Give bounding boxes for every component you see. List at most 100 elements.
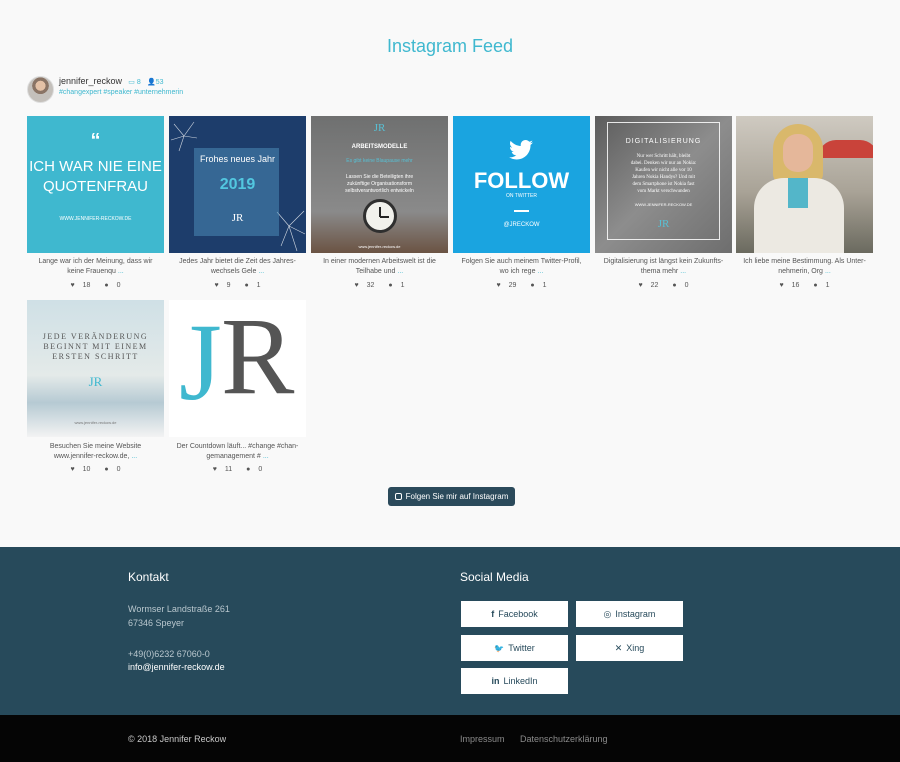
tile-text: BEGINNT MIT EINEM xyxy=(43,342,148,351)
post-caption: Jedes Jahr bietet die Zeit des Jahres- w… xyxy=(179,258,296,275)
more-link[interactable]: ... xyxy=(118,268,124,275)
post-metrics: ♥ 32 ● 1 xyxy=(354,282,405,289)
more-link[interactable]: ... xyxy=(131,453,137,460)
follow-instagram-button[interactable]: Folgen Sie mir auf Instagram xyxy=(388,487,515,506)
tile-text: ON TWITTER xyxy=(505,193,537,199)
post-image-2[interactable]: Frohes neues Jahr 2019 JR xyxy=(169,116,306,253)
post-metrics: ♥ 16 ● 1 xyxy=(779,282,830,289)
instagram-profile-header: jennifer_reckow ▭ 8 👤53 #changexpert #sp… xyxy=(27,76,183,104)
contact-heading: Kontakt xyxy=(128,570,169,584)
tile-text: vom Markt verschwunden xyxy=(637,189,690,194)
posts-count: ▭ 8 xyxy=(128,79,141,86)
tile-text: Kaufen wir nicht alle vor 10 xyxy=(635,168,692,173)
comment-icon: ● xyxy=(530,282,535,289)
profile-info: jennifer_reckow ▭ 8 👤53 #changexpert #sp… xyxy=(59,76,183,98)
instagram-label: Instagram xyxy=(615,609,656,619)
person-face xyxy=(783,134,813,172)
more-link[interactable]: ... xyxy=(680,268,686,275)
tile-url: WWW.JENNIFER-RECKOW.DE xyxy=(634,202,693,207)
phone-number[interactable]: +49(0)6232 67060-0 xyxy=(128,647,210,661)
linkedin-label: LinkedIn xyxy=(503,676,538,686)
profile-tags: #changexpert #speaker #unternehmerin xyxy=(59,89,184,96)
tile-text: Es gibt keine Blaupause mehr xyxy=(346,158,413,164)
more-link[interactable]: ... xyxy=(537,268,543,275)
post-image-7[interactable]: JEDE VERÄNDERUNG BEGINNT MIT EINEM ERSTE… xyxy=(27,300,164,437)
facebook-button[interactable]: f Facebook xyxy=(461,601,568,627)
post-metrics: ♥ 10 ● 0 xyxy=(70,466,121,473)
post-image-4[interactable]: FOLLOW ON TWITTER @JRECKOW xyxy=(453,116,590,253)
heart-icon: ♥ xyxy=(214,282,219,289)
profile-username[interactable]: jennifer_reckow xyxy=(59,76,122,86)
feed-title: Instagram Feed xyxy=(386,36,514,56)
instagram-icon: ◎ xyxy=(603,609,612,619)
jr-logo-r: R xyxy=(221,300,295,417)
more-link[interactable]: ... xyxy=(263,453,269,460)
post-caption: In einer modernen Arbeitswelt ist die Te… xyxy=(323,258,436,275)
post-image-1[interactable]: “ ICH WAR NIE EINE QUOTENFRAU WWW.JENNIF… xyxy=(27,116,164,253)
jr-logo: JR xyxy=(657,218,670,230)
impressum-link[interactable]: Impressum xyxy=(460,734,505,744)
post-image-8[interactable]: J R xyxy=(169,300,306,437)
post-image-6[interactable] xyxy=(736,116,873,253)
footer: Kontakt Wormser Landstraße 261 67346 Spe… xyxy=(0,547,900,715)
twitter-label: Twitter xyxy=(508,643,535,653)
instagram-button[interactable]: ◎ Instagram xyxy=(576,601,683,627)
post-metrics: ♥ 18 ● 0 xyxy=(70,282,121,289)
heart-icon: ♥ xyxy=(354,282,359,289)
tile-text: ARBEITSMODELLE xyxy=(351,144,408,150)
post-caption: Besuchen Sie meine Website www.jennifer-… xyxy=(49,443,142,460)
umbrella xyxy=(818,140,873,158)
bottom-bar: © 2018 Jennifer Reckow Impressum Datensc… xyxy=(0,715,900,762)
linkedin-icon: in xyxy=(491,676,500,686)
linkedin-button[interactable]: in LinkedIn xyxy=(461,668,568,694)
copyright: © 2018 Jennifer Reckow xyxy=(128,734,227,744)
comment-icon: ● xyxy=(388,282,393,289)
address-street: Wormser Landstraße 261 xyxy=(128,604,230,614)
post-caption: Folgen Sie auch meinem Twitter-Profil, w… xyxy=(461,258,582,275)
tile-text: QUOTENFRAU xyxy=(43,178,148,195)
jr-logo: JR xyxy=(373,122,386,134)
post-caption: Digitalisierung ist längst kein Zukunfts… xyxy=(603,258,724,275)
avatar[interactable] xyxy=(27,76,54,103)
tile-url: WWW.JENNIFER-RECKOW.DE xyxy=(59,216,132,222)
tile-text: Nur wer Schritt hält, bleibt xyxy=(636,154,691,159)
heart-icon: ♥ xyxy=(779,282,784,289)
privacy-link[interactable]: Datenschutzerklärung xyxy=(520,734,608,744)
tile-text: Frohes neues Jahr xyxy=(199,154,276,164)
more-link[interactable]: ... xyxy=(258,268,264,275)
followers-icon: 👤 xyxy=(146,79,156,86)
heart-icon: ♥ xyxy=(496,282,501,289)
comment-icon: ● xyxy=(104,282,109,289)
tile-text: JEDE VERÄNDERUNG xyxy=(42,332,149,341)
xing-button[interactable]: ✕ Xing xyxy=(576,635,683,661)
email-link[interactable]: info@jennifer-reckow.de xyxy=(128,662,225,672)
comment-icon: ● xyxy=(244,282,249,289)
tile-url: www.jennifer-reckow.de xyxy=(74,420,117,425)
tile-text: Lassen Sie die Beteiligten ihre xyxy=(345,174,414,180)
post-metrics: ♥ 9 ● 1 xyxy=(214,282,261,289)
jr-logo-j: J xyxy=(179,301,222,423)
post-image-3[interactable]: JR ARBEITSMODELLE Es gibt keine Blaupaus… xyxy=(311,116,448,253)
follow-button-label: Folgen Sie mir auf Instagram xyxy=(405,492,509,501)
xing-label: Xing xyxy=(626,643,645,653)
post-metrics: ♥ 29 ● 1 xyxy=(496,282,547,289)
tile-text: @JRECKOW xyxy=(503,222,540,228)
quote-mark: “ xyxy=(90,130,101,152)
twitter-bird-icon xyxy=(509,140,533,160)
tile-text: selbstverantwortlich entwickeln xyxy=(345,188,414,194)
more-link[interactable]: ... xyxy=(397,268,403,275)
comment-icon: ● xyxy=(104,466,109,473)
social-heading: Social Media xyxy=(460,570,529,584)
comment-icon: ● xyxy=(813,282,818,289)
tile-text: dem Smartphone ist Nokia fast xyxy=(632,182,695,187)
comment-icon: ● xyxy=(246,466,251,473)
clock-graphic xyxy=(363,199,397,233)
heart-icon: ♥ xyxy=(212,466,217,473)
tile-text: FOLLOW xyxy=(473,168,570,193)
post-caption: Ich liebe meine Bestimmung. Als Unter- n… xyxy=(743,258,866,275)
post-image-5[interactable]: DIGITALISIERUNG Nur wer Schritt hält, bl… xyxy=(595,116,732,253)
twitter-button[interactable]: 🐦 Twitter xyxy=(461,635,568,661)
tile-text: dabei. Denken wir nur an Nokia: xyxy=(630,161,697,166)
more-link[interactable]: ... xyxy=(825,268,831,275)
address-city: 67346 Speyer xyxy=(128,618,185,628)
